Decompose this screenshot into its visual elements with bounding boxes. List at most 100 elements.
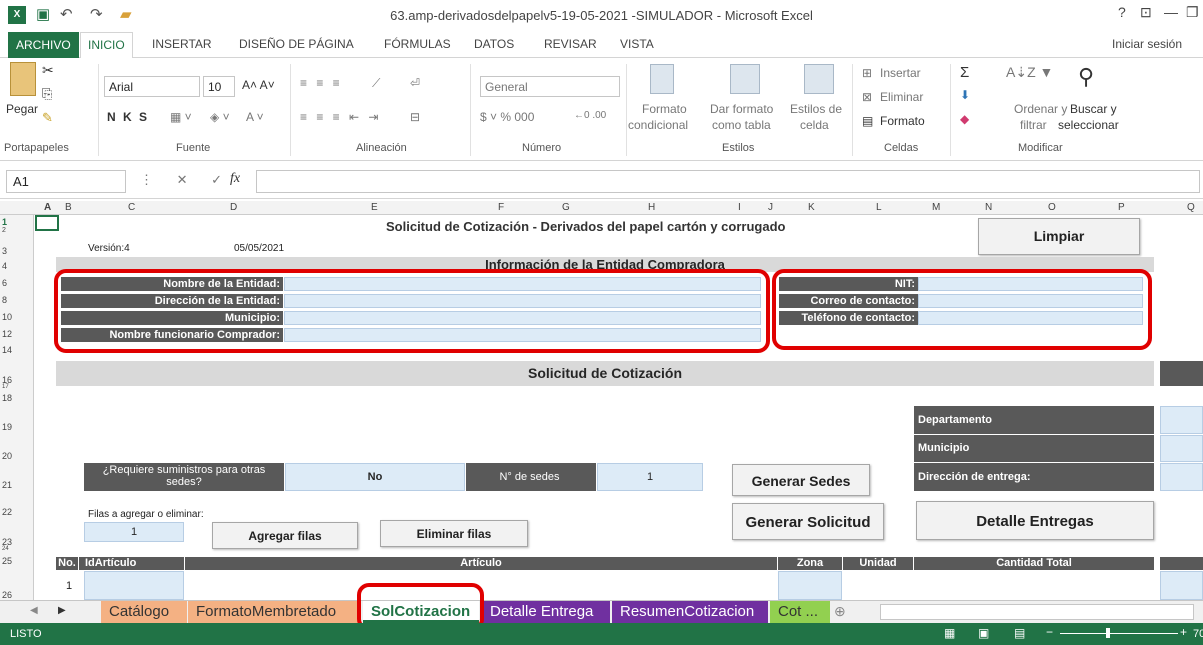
row-header[interactable]: 19 [2,422,32,432]
normal-view-icon[interactable]: ▦ [944,626,955,640]
col-header-h[interactable]: H [648,202,655,213]
cell-styles-line2[interactable]: celda [800,118,829,132]
insert-function-icon[interactable]: fx [230,171,240,187]
col-header-f[interactable]: F [498,202,504,213]
add-sheet-icon[interactable]: ⊕ [834,603,846,620]
row-header[interactable]: 26 [2,590,32,600]
generate-sedes-button[interactable]: Generar Sedes [732,464,870,496]
name-box[interactable]: A1 [6,170,126,193]
col-header-c[interactable]: C [128,202,135,213]
cell-styles-line1[interactable]: Estilos de [790,102,842,116]
signin-link[interactable]: Iniciar sesión [1112,37,1182,51]
orientation-icon[interactable]: ⟋ [372,76,380,91]
cond-format-line1[interactable]: Formato [642,102,687,116]
col-header-l[interactable]: L [876,202,882,213]
rows-to-add-input[interactable]: 1 [84,522,184,542]
page-layout-icon[interactable]: ▣ [978,626,989,640]
number-format-box[interactable]: General [480,76,620,97]
cut-icon[interactable]: ✂ [42,62,54,79]
row-header[interactable]: 22 [2,507,32,517]
align-left-icons[interactable]: ≡ ≡ ≡ ⇤ ⇥ [300,110,381,124]
row-header[interactable]: 18 [2,393,32,403]
insert-button[interactable]: Insertar [880,66,921,80]
sort-filter-icon[interactable]: A⇣Z ▼ [1006,64,1053,81]
tab-vista[interactable]: VISTA [620,37,654,51]
col-header-e[interactable]: E [371,202,378,213]
sheet-tab-formato-membretado[interactable]: FormatoMembretado [188,601,360,623]
col-header-q[interactable]: Q [1187,202,1195,213]
delivery-details-button[interactable]: Detalle Entregas [916,501,1154,540]
delete-rows-button[interactable]: Eliminar filas [380,520,528,547]
sheet-tab-catalogo[interactable]: Catálogo [101,601,187,623]
format-button[interactable]: Formato [880,114,925,128]
grow-font-icon[interactable]: A˄ A˅ [242,78,275,92]
sort-line1[interactable]: Ordenar y [1014,102,1067,116]
fill-color-icon[interactable]: ◈ ˅ [210,110,230,124]
zoom-in-icon[interactable]: + [1180,625,1187,639]
add-rows-button[interactable]: Agregar filas [212,522,358,549]
col-header-n[interactable]: N [985,202,992,213]
find-binoculars-icon[interactable]: ⚲ [1078,64,1094,90]
fill-icon[interactable]: ⬇ [960,88,970,102]
row-header[interactable]: 24 [2,546,32,552]
sort-line2[interactable]: filtrar [1020,118,1047,132]
copy-icon[interactable]: ⎘ [42,86,52,102]
conditional-format-icon[interactable] [650,64,674,94]
page-break-icon[interactable]: ▤ [1014,626,1025,640]
delivery-address-input[interactable] [1160,463,1203,491]
sheet-tab-detalle-entrega[interactable]: Detalle Entrega [482,601,610,623]
col-header-i[interactable]: I [738,202,741,213]
prev-sheet-icon[interactable]: ◀ [30,605,38,616]
cond-format-line2[interactable]: condicional [628,118,688,132]
zoom-slider[interactable] [1060,633,1178,634]
find-line2[interactable]: seleccionar [1058,118,1119,132]
format-table-icon[interactable] [730,64,760,94]
col-header-m[interactable]: M [932,202,940,213]
border-icon[interactable]: ▦ ˅ [170,110,192,124]
table-row-zone[interactable] [778,571,842,600]
col-header-k[interactable]: K [808,202,815,213]
tab-revisar[interactable]: REVISAR [544,37,597,51]
row-header[interactable]: 14 [2,345,32,355]
font-size-box[interactable]: 10 [203,76,235,97]
delete-icon[interactable]: ⊠ [862,90,872,104]
tab-insertar[interactable]: INSERTAR [152,37,212,51]
format-painter-icon[interactable]: ✎ [42,110,53,126]
font-color-icon[interactable]: A ˅ [246,110,264,124]
row-header[interactable]: 25 [2,556,32,566]
cell-styles-icon[interactable] [804,64,834,94]
row-header[interactable]: 6 [2,278,32,288]
row-header[interactable]: 17 [2,384,32,390]
generate-request-button[interactable]: Generar Solicitud [732,503,884,540]
row-header[interactable]: 1 [2,217,32,227]
col-header-b[interactable]: B [65,202,72,213]
insert-icon[interactable]: ⊞ [862,66,872,80]
col-header-o[interactable]: O [1048,202,1056,213]
paste-button[interactable]: Pegar [6,102,38,116]
col-header-p[interactable]: P [1118,202,1125,213]
formula-input[interactable] [256,170,1200,193]
tab-diseno-pagina[interactable]: DISEÑO DE PÁGINA [239,37,354,51]
align-top-icons[interactable]: ≡ ≡ ≡ [300,76,343,90]
row-header[interactable]: 4 [2,261,32,271]
row-header[interactable]: 3 [2,246,32,256]
font-style-buttons[interactable]: N K S [107,110,149,124]
sheet-tab-cot[interactable]: Cot ... [770,601,830,623]
horizontal-scrollbar[interactable] [880,604,1194,620]
row-header[interactable]: 2 [2,227,32,234]
sheet-tab-resumen-cotizacion[interactable]: ResumenCotizacion [612,601,768,623]
limpiar-button[interactable]: Limpiar [978,218,1140,255]
other-sedes-answer[interactable]: No [285,463,465,491]
col-header-a[interactable]: A [44,202,51,213]
decimal-icons[interactable]: ←0 .00 [574,110,606,121]
row-header[interactable]: 21 [2,480,32,490]
next-sheet-icon[interactable]: ▶ [58,605,66,616]
merge-cells-icon[interactable]: ⊟ [410,110,420,124]
formula-cancel-confirm-icons[interactable]: ⋮ ✕ ✓ [140,172,232,188]
tab-inicio[interactable]: INICIO [80,32,133,59]
row-header[interactable]: 10 [2,312,32,322]
tab-archivo[interactable]: ARCHIVO [8,32,79,58]
ribbon-display-icon[interactable]: ⊡ [1140,4,1152,21]
table-row-id-input[interactable] [84,571,184,600]
font-name-box[interactable]: Arial [104,76,200,97]
